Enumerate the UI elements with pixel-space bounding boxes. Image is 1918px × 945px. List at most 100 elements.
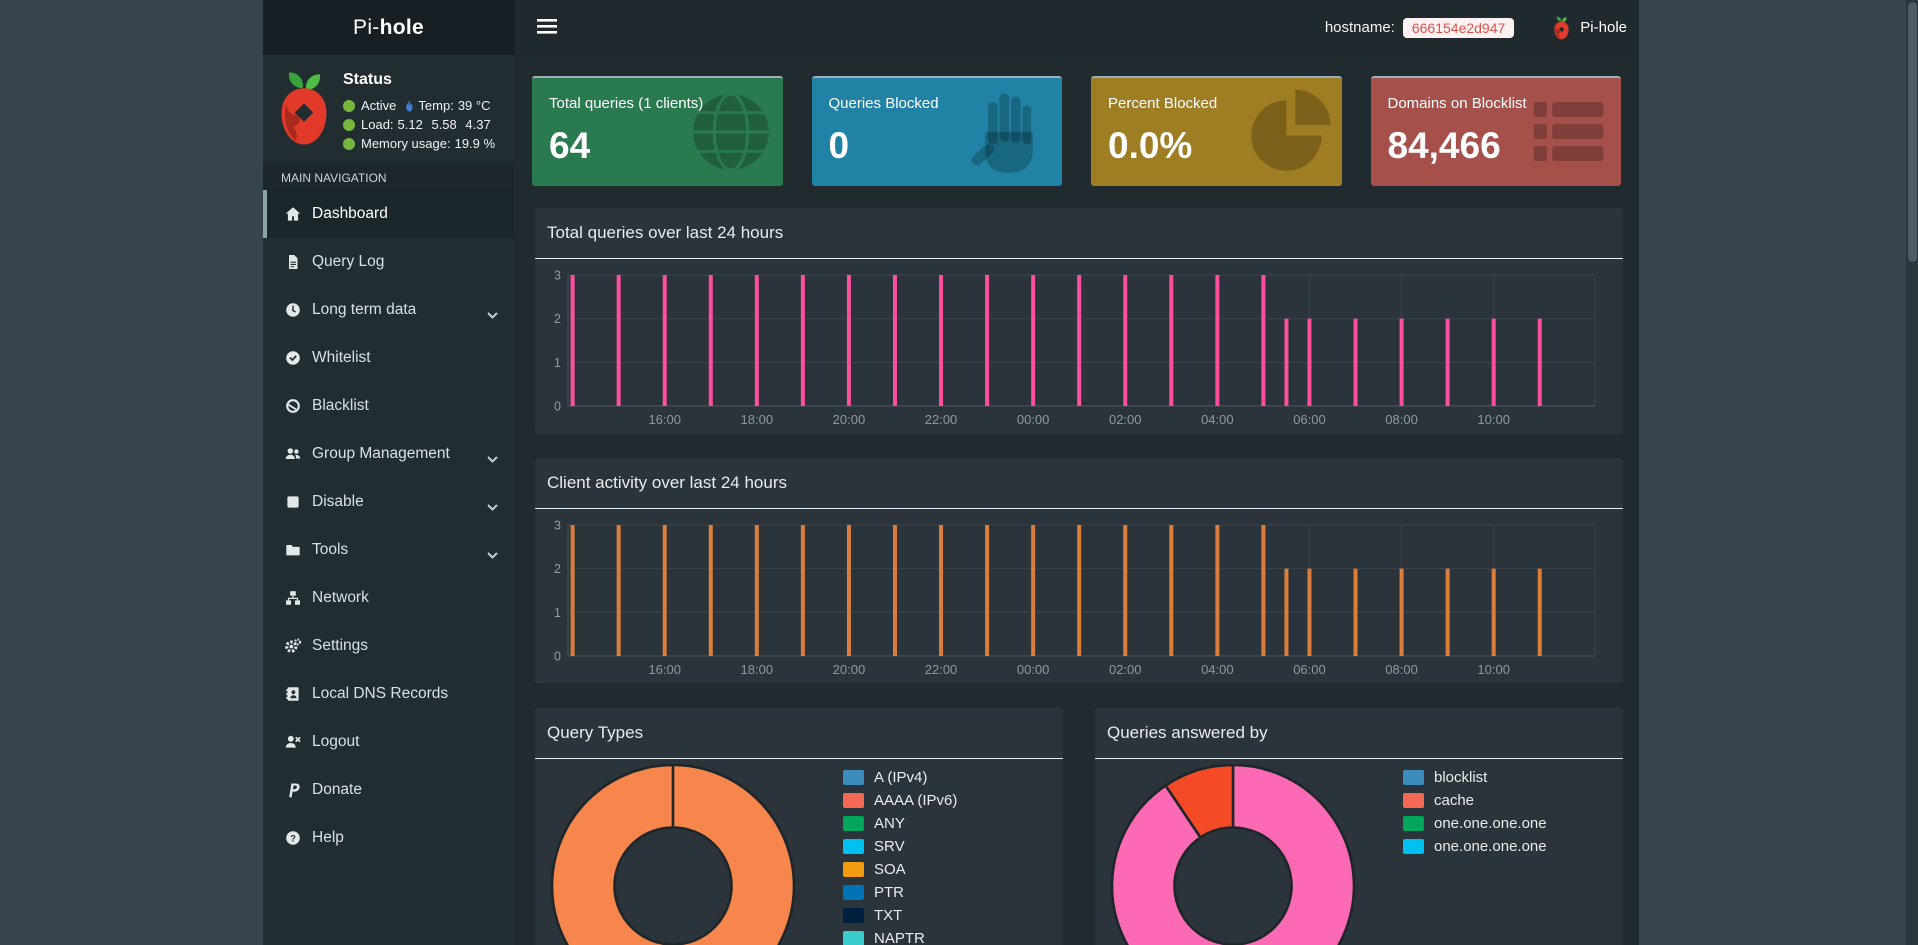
sidebar-item-group-management[interactable]: Group Management: [263, 430, 514, 478]
bar-18:00: [754, 525, 759, 656]
sidebar-item-label: Long term data: [312, 301, 417, 318]
svg-text:02:00: 02:00: [1109, 412, 1142, 427]
stop-icon: [285, 494, 302, 511]
legend-label: one.one.one.one: [1434, 838, 1547, 855]
bar-05:00: [1261, 525, 1266, 656]
legend-item-cache[interactable]: cache: [1403, 789, 1547, 812]
queries-answered-by-box: Queries answered by blocklist cache one.on…: [1095, 708, 1623, 945]
legend-item-blocklist[interactable]: blocklist: [1403, 766, 1547, 789]
legend-swatch: [843, 816, 864, 831]
legend-item-aaaa-ipv6[interactable]: AAAA (IPv6): [843, 789, 957, 812]
sidebar-item-dashboard[interactable]: Dashboard: [263, 190, 514, 238]
legend-item-srv[interactable]: SRV: [843, 835, 957, 858]
queries-answered-by-legend: blocklist cache one.one.one.one one.one.one…: [1403, 766, 1547, 858]
pihole-brand-link[interactable]: Pi-hole: [1580, 19, 1627, 36]
legend-swatch: [1403, 793, 1424, 808]
legend-item-naptr[interactable]: NAPTR: [843, 927, 957, 945]
sidebar-item-tools[interactable]: Tools: [263, 526, 514, 574]
bar-17:00: [708, 525, 713, 656]
legend-swatch: [843, 908, 864, 923]
card-percent-blocked: Percent Blocked 0.0%: [1091, 76, 1342, 186]
bar-09:00: [1445, 568, 1450, 656]
svg-text:10:00: 10:00: [1477, 412, 1510, 427]
legend-swatch: [843, 839, 864, 854]
bar-02:00: [1123, 525, 1128, 656]
status-column: Status Active Temp: 39 °C Load: 5.12 5.5…: [343, 66, 495, 164]
bar-22:00: [939, 525, 944, 656]
legend-item-any[interactable]: ANY: [843, 812, 957, 835]
legend-item-a-ipv4[interactable]: A (IPv4): [843, 766, 957, 789]
legend-label: NAPTR: [874, 930, 925, 945]
sidebar-item-donate[interactable]: Donate: [263, 766, 514, 814]
sidebar-item-blacklist[interactable]: Blacklist: [263, 382, 514, 430]
svg-text:20:00: 20:00: [833, 412, 866, 427]
check-circle-icon: [285, 350, 302, 367]
main-content: Total queries (1 clients) 64 Queries Block…: [514, 55, 1639, 945]
sidebar-item-long-term-data[interactable]: Long term data: [263, 286, 514, 334]
temp-label: Temp:: [418, 98, 454, 113]
svg-text:20:00: 20:00: [833, 662, 866, 677]
card-value: 0.0%: [1108, 125, 1193, 166]
chevron-down-icon: [487, 306, 498, 324]
sidebar-item-network[interactable]: Network: [263, 574, 514, 622]
card-value: 0: [828, 125, 850, 166]
sidebar-item-label: Tools: [312, 541, 349, 558]
network-icon: [285, 590, 302, 607]
legend-item-one-one-one-one[interactable]: one.one.one.one: [1403, 835, 1547, 858]
sidebar-item-whitelist[interactable]: Whitelist: [263, 334, 514, 382]
svg-text:00:00: 00:00: [1017, 412, 1050, 427]
sidebar-item-disable[interactable]: Disable: [263, 478, 514, 526]
status-row-active: Active Temp: 39 °C: [343, 98, 495, 113]
home-icon: [285, 206, 302, 223]
bar-15:00: [616, 525, 621, 656]
raspberry-icon: [1552, 15, 1571, 40]
bar-11:00: [1537, 568, 1542, 656]
sidebar-item-label: Network: [312, 589, 369, 606]
bar-03:00: [1169, 275, 1174, 406]
svg-text:3: 3: [554, 269, 561, 283]
card-total-queries-1-clients: Total queries (1 clients) 64: [532, 76, 783, 186]
folder-icon: [285, 542, 302, 559]
scrollbar-track[interactable]: [1906, 0, 1918, 945]
status-panel: Status Active Temp: 39 °C Load: 5.12 5.5…: [263, 55, 514, 164]
bar-03:00: [1169, 525, 1174, 656]
legend-item-ptr[interactable]: PTR: [843, 881, 957, 904]
memory-label: Memory usage:: [361, 136, 451, 151]
users-icon: [285, 446, 302, 463]
svg-text:02:00: 02:00: [1109, 662, 1142, 677]
sidebar-item-label: Dashboard: [312, 205, 388, 222]
bar-02:00: [1123, 275, 1128, 406]
svg-text:10:00: 10:00: [1477, 662, 1510, 677]
app-logo[interactable]: Pi-hole: [263, 0, 514, 55]
sidebar-section-header: MAIN NAVIGATION: [263, 164, 514, 190]
status-row-load: Load: 5.12 5.58 4.37: [343, 117, 495, 132]
bar-22:00: [939, 275, 944, 406]
legend-swatch: [1403, 770, 1424, 785]
bar-10:00: [1491, 318, 1496, 406]
sidebar-toggle-button[interactable]: [534, 18, 560, 38]
sidebar-item-local-dns-records[interactable]: Local DNS Records: [263, 670, 514, 718]
client-activity-bar-chart: 16:00 18:00 20:00 22:00 00:00 02:00 04:00 06:00…: [554, 519, 1596, 677]
clock-icon: [285, 302, 302, 319]
legend-item-txt[interactable]: TXT: [843, 904, 957, 927]
sidebar-item-settings[interactable]: Settings: [263, 622, 514, 670]
card-title: Queries Blocked: [828, 95, 939, 112]
total-queries-bar-chart: 16:00 18:00 20:00 22:00 00:00 02:00 04:00 06:00…: [554, 269, 1596, 427]
bar-05:00: [1261, 275, 1266, 406]
sidebar-item-help[interactable]: ? Help: [263, 814, 514, 862]
legend-item-soa[interactable]: SOA: [843, 858, 957, 881]
legend-item-one-one-one-one[interactable]: one.one.one.one: [1403, 812, 1547, 835]
legend-swatch: [843, 931, 864, 945]
bar-08:00: [1399, 318, 1404, 406]
scrollbar-thumb[interactable]: [1908, 2, 1917, 262]
sidebar-item-logout[interactable]: Logout: [263, 718, 514, 766]
sidebar-item-label: Blacklist: [312, 397, 369, 414]
bar-01:00: [1077, 525, 1082, 656]
bar-15:00: [616, 275, 621, 406]
svg-text:18:00: 18:00: [741, 662, 774, 677]
sidebar-item-query-log[interactable]: Query Log: [263, 238, 514, 286]
ban-icon: [285, 398, 302, 415]
query-types-box: Query Types A (IPv4) AAAA (IPv6) ANY SRV SOA…: [535, 708, 1063, 945]
top-navbar: hostname: 666154e2d947 Pi-hole: [514, 0, 1639, 55]
box-title: Query Types: [535, 708, 1063, 759]
